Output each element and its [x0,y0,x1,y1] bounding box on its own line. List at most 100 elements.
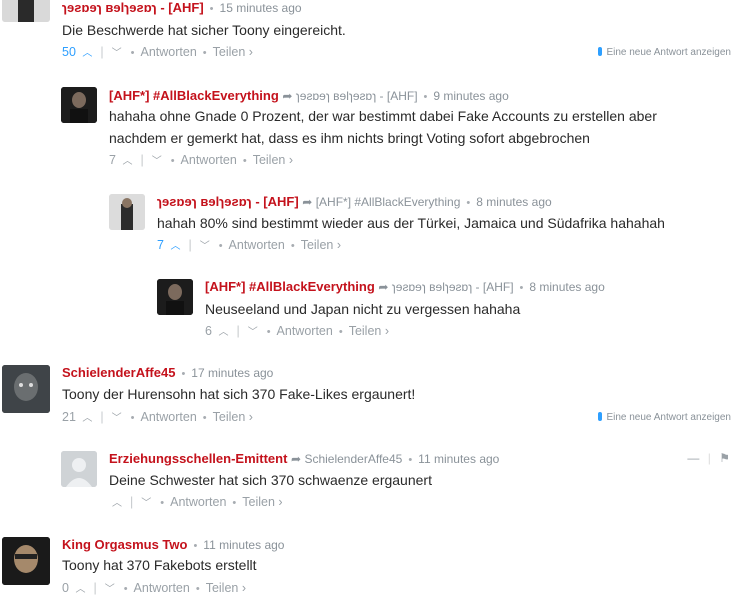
reply-button[interactable]: Antworten [229,238,285,252]
reply-button[interactable]: Antworten [141,410,197,424]
avatar[interactable] [61,451,97,487]
reply-button[interactable]: Antworten [141,45,197,59]
vote-count: 7 [109,153,116,167]
divider: | [93,581,97,595]
avatar[interactable] [2,537,50,585]
comment-header: King Orgasmus Two • 11 minutes ago [62,537,284,554]
author-name[interactable]: Erziehungsschellen-Emittent [109,451,287,466]
new-reply-indicator [598,47,603,56]
share-button[interactable]: Teilen › [253,153,293,167]
reply-to-name: SchielenderAffe45 [304,452,403,466]
chevron-up-icon[interactable]: ︿ [82,411,92,427]
chevron-down-icon[interactable]: ﹀ [112,411,122,427]
reply-button[interactable]: Antworten [181,153,237,167]
author-name[interactable]: ɿɘƨɒɘɿ ʙɘlɿɘƨɒɿ - [AHF] [157,194,299,209]
separator-dot: • [290,240,295,252]
chevron-down-icon[interactable]: ﹀ [248,325,258,341]
timestamp[interactable]: 15 minutes ago [220,1,302,15]
comment-actions: 6 ︿ | ﹀ • Antworten • Teilen › [205,323,389,341]
reply-button[interactable]: Antworten [134,581,190,595]
share-button[interactable]: Teilen › [213,45,253,59]
divider: | [188,238,192,252]
author-name[interactable]: [AHF*] #AllBlackEverything [205,279,375,294]
comment-header: Erziehungsschellen-Emittent ➦ Schielende… [109,451,499,468]
comment-header: ɿɘƨɒɘɿ ʙɘlɿɘƨɒɿ - [AHF] • 15 minutes ago [62,0,302,17]
chevron-down-icon[interactable]: ﹀ [152,154,162,170]
separator-dot: • [408,454,413,466]
separator-dot: • [466,197,471,209]
divider: | [100,410,104,424]
author-name[interactable]: SchielenderAffe45 [62,365,175,380]
new-reply-link[interactable]: Eine neue Antwort anzeigen [598,412,731,423]
timestamp[interactable]: 9 minutes ago [433,89,508,103]
timestamp[interactable]: 17 minutes ago [191,366,273,380]
avatar[interactable] [109,194,145,230]
reply-to[interactable]: ➦ SchielenderAffe45 [291,452,402,466]
vote-count: 21 [62,410,76,424]
comment-text: hahah 80% sind bestimmt wieder aus der T… [157,215,665,231]
comment-text: Die Beschwerde hat sicher Toony eingerei… [62,22,346,38]
author-name[interactable]: ɿɘƨɒɘɿ ʙɘlɿɘƨɒɿ - [AHF] [62,0,204,15]
share-button[interactable]: Teilen › [206,581,246,595]
reply-to[interactable]: ➦ ɿɘƨɒɘɿ ʙɘlɿɘƨɒɿ - [AHF] [282,89,417,103]
chevron-up-icon[interactable]: ︿ [122,154,132,170]
chevron-down-icon[interactable]: ﹀ [200,239,210,255]
collapse-button[interactable]: — [687,451,699,465]
separator-dot: • [130,412,135,424]
share-button[interactable]: Teilen › [242,495,282,509]
comment-text: Toony der Hurensohn hat sich 370 Fake-Li… [62,386,416,402]
separator-dot: • [160,497,165,509]
separator-dot: • [209,3,214,15]
chevron-down-icon[interactable]: ﹀ [141,496,151,512]
vote-count: 50 [62,45,76,59]
timestamp[interactable]: 8 minutes ago [476,195,551,209]
vote-count: 7 [157,238,164,252]
share-button[interactable]: Teilen › [301,238,341,252]
divider: | [100,45,104,59]
comment-controls: — | ⚑ [687,451,730,465]
comment-actions: 21 ︿ | ﹀ • Antworten • Teilen › [62,409,253,427]
vote-count: 0 [62,581,69,595]
chevron-down-icon[interactable]: ﹀ [105,582,115,598]
timestamp[interactable]: 11 minutes ago [203,538,284,552]
reply-button[interactable]: Antworten [170,495,226,509]
chevron-up-icon[interactable]: ︿ [112,496,122,512]
divider: | [236,324,240,338]
comment-actions: ︿ | ﹀ • Antworten • Teilen › [109,494,283,512]
chevron-up-icon[interactable]: ︿ [82,46,92,62]
avatar[interactable] [157,279,193,315]
separator-dot: • [242,155,247,167]
chevron-down-icon[interactable]: ﹀ [112,46,122,62]
new-reply-link[interactable]: Eine neue Antwort anzeigen [598,47,731,58]
author-name[interactable]: King Orgasmus Two [62,537,187,552]
separator-dot: • [202,47,207,59]
chevron-up-icon[interactable]: ︿ [75,582,85,598]
author-name[interactable]: [AHF*] #AllBlackEverything [109,88,279,103]
reply-to-name: [AHF*] #AllBlackEverything [315,195,461,209]
reply-button[interactable]: Antworten [277,324,333,338]
avatar[interactable] [2,0,50,22]
comment-text: hahaha ohne Gnade 0 Prozent, der war bes… [109,108,657,146]
share-button[interactable]: Teilen › [213,410,253,424]
reply-to[interactable]: ➦ [AHF*] #AllBlackEverything [302,195,460,209]
comment-actions: 7 ︿ | ﹀ • Antworten • Teilen › [157,237,341,255]
separator-dot: • [181,368,186,380]
flag-icon[interactable]: ⚑ [719,451,730,465]
chevron-up-icon[interactable]: ︿ [218,325,228,341]
share-button[interactable]: Teilen › [349,324,389,338]
timestamp[interactable]: 8 minutes ago [529,280,604,294]
timestamp[interactable]: 11 minutes ago [418,452,499,466]
comment-actions: 50 ︿ | ﹀ • Antworten • Teilen › [62,44,253,62]
separator-dot: • [130,47,135,59]
chevron-up-icon[interactable]: ︿ [170,239,180,255]
reply-to-name: ɿɘƨɒɘɿ ʙɘlɿɘƨɒɿ - [AHF] [391,280,514,294]
separator-dot: • [202,412,207,424]
separator-dot: • [193,540,198,552]
avatar[interactable] [2,365,50,413]
reply-to[interactable]: ➦ ɿɘƨɒɘɿ ʙɘlɿɘƨɒɿ - [AHF] [378,280,513,294]
comment-actions: 7 ︿ | ﹀ • Antworten • Teilen › [109,152,293,170]
divider: | [140,153,144,167]
reply-to-name: ɿɘƨɒɘɿ ʙɘlɿɘƨɒɿ - [AHF] [295,89,418,103]
avatar[interactable] [61,87,97,123]
vote-count: 6 [205,324,212,338]
